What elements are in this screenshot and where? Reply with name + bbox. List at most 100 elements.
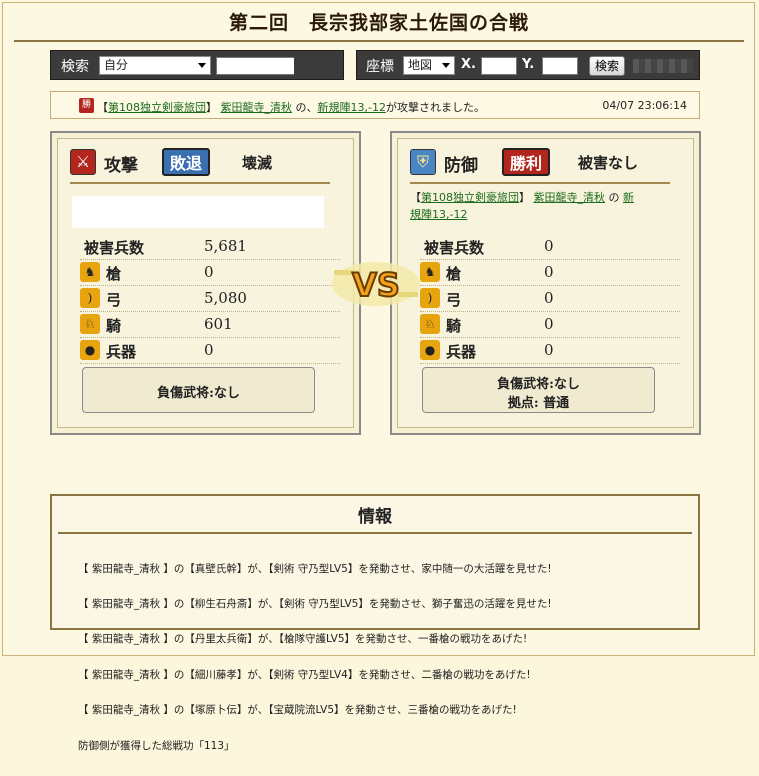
attack-total-label: 被害兵数 (84, 239, 145, 257)
attack-stat-row: ● 兵器 0 (80, 339, 340, 364)
y-coordinate-input[interactable] (542, 57, 578, 75)
shield-icon: ⛨ (410, 149, 436, 175)
defense-total-label: 被害兵数 (424, 239, 485, 257)
defense-stat-value: 0 (544, 289, 554, 307)
defense-stat-row: ) 弓 0 (420, 287, 680, 312)
attack-total-row: 被害兵数 5,681 (80, 235, 340, 260)
defense-injured-box: 負傷武将:なし 拠点: 普通 (422, 367, 655, 413)
info-title: 情報 (58, 502, 692, 534)
map-select[interactable]: 地図 (403, 56, 455, 75)
attack-stat-row: ) 弓 5,080 (80, 287, 340, 312)
bow-icon: ) (80, 288, 100, 308)
victory-icon: 勝 (79, 98, 94, 113)
defense-role-label: 防御 (444, 156, 478, 176)
page-title: 第二回 長宗我部家土佐国の合戦 (228, 12, 529, 34)
notice-player-link[interactable]: 紫田龍寺_清秋 (221, 101, 293, 114)
siege-weapon-icon: ● (80, 340, 100, 360)
defense-stat-name: 騎 (446, 317, 462, 335)
defense-stat-value: 0 (544, 315, 554, 333)
chevron-down-icon (198, 63, 206, 68)
defense-result-badge: 勝利 (502, 148, 551, 176)
coords-search-button[interactable]: 検索 (589, 56, 625, 76)
info-line: 【 紫田龍寺_清秋 】の【丹里太兵衛】が、【槍隊守護LV5】を発動させ、一番槍の… (78, 633, 528, 646)
attack-stat-value: 0 (204, 341, 214, 359)
chevron-down-icon (442, 63, 450, 68)
vs-text: VS (352, 266, 400, 304)
notice-text-2: が攻撃されました。 (385, 101, 485, 114)
defense-player-link[interactable]: 紫田龍寺_清秋 (534, 191, 606, 204)
defense-stat-name: 槍 (446, 265, 462, 283)
notice-bracket-open: 【 (97, 101, 108, 114)
info-panel: 情報 【 紫田龍寺_清秋 】の【真壁氏幹】が、【剣術 守乃型LV5】を発動させ、… (50, 494, 700, 751)
attack-info-blank (72, 196, 324, 228)
defense-stat-row: ♞ 槍 0 (420, 261, 680, 286)
crossed-swords-icon: ⚔ (70, 149, 96, 175)
attack-stat-name: 兵器 (106, 343, 137, 361)
map-select-value: 地図 (408, 58, 433, 72)
defense-bracket-open: 【 (410, 191, 421, 204)
coords-label: 座標 (366, 59, 394, 75)
notice-target-link[interactable]: 新規陣13,-12 (318, 101, 386, 114)
info-line: 防御側が獲得した総戦功「113」 (78, 739, 235, 752)
notice-timestamp: 04/07 23:06:14 (602, 99, 687, 112)
defense-injured-text: 負傷武将:なし (497, 377, 580, 392)
attack-role-label: 攻撃 (104, 156, 138, 176)
notice-bracket-close: 】 (206, 101, 217, 114)
spear-icon: ♞ (80, 262, 100, 282)
attack-stat-row: ♘ 騎 601 (80, 313, 340, 338)
defense-target-link[interactable]: 新 (623, 191, 634, 204)
defense-stat-name: 弓 (446, 291, 462, 309)
defense-stat-value: 0 (544, 263, 554, 281)
info-line: 【 紫田龍寺_清秋 】の【塚原卜伝】が、【宝蔵院流LV5】を発動させ、三番槍の戦… (78, 704, 517, 717)
search-scope-select[interactable]: 自分 (99, 56, 211, 75)
attack-total-value: 5,681 (204, 237, 247, 255)
defense-info: 【第108独立剣豪旅団】 紫田龍寺_清秋 の 新規陣13,-12 (410, 189, 672, 223)
x-coordinate-input[interactable] (481, 57, 517, 75)
attack-outcome: 壊滅 (242, 154, 273, 172)
search-input[interactable] (216, 57, 298, 75)
defense-stat-row: ♘ 騎 0 (420, 313, 680, 338)
attack-stat-value: 601 (204, 315, 233, 333)
notice-unit-link[interactable]: 第108独立剣豪旅団 (108, 101, 206, 114)
attack-injured-text: 負傷武将:なし (157, 386, 240, 401)
decorative-pattern (633, 59, 693, 73)
battle-notice: 勝 【第108独立剣豪旅団】 紫田龍寺_清秋 の、新規陣13,-12が攻撃されま… (50, 91, 700, 119)
horse-icon: ♘ (80, 314, 100, 334)
spear-icon: ♞ (420, 262, 440, 282)
search-panel-ornament (294, 50, 344, 80)
attack-stat-name: 弓 (106, 291, 122, 309)
defense-stat-row: ● 兵器 0 (420, 339, 680, 364)
attack-stat-row: ♞ 槍 0 (80, 261, 340, 286)
defense-panel-inner: ⛨ 防御 勝利 被害なし 【第108独立剣豪旅団】 紫田龍寺_清秋 の 新規陣1… (397, 138, 694, 428)
attack-panel: ⚔ 攻撃 敗退 壊滅 被害兵数 5,681 ♞ 槍 0 ) 弓 5,080 ♘ … (50, 131, 361, 435)
info-line: 【 紫田龍寺_清秋 】の【柳生石舟斎】が、【剣術 守乃型LV5】を発動させ、獅子… (78, 597, 552, 610)
siege-weapon-icon: ● (420, 340, 440, 360)
defense-unit-link[interactable]: 第108独立剣豪旅団 (421, 191, 519, 204)
defense-outcome: 被害なし (578, 154, 639, 172)
horse-icon: ♘ (420, 314, 440, 334)
search-scope-value: 自分 (104, 58, 129, 72)
bow-icon: ) (420, 288, 440, 308)
attack-injured-box: 負傷武将:なし (82, 367, 315, 413)
attack-panel-inner: ⚔ 攻撃 敗退 壊滅 被害兵数 5,681 ♞ 槍 0 ) 弓 5,080 ♘ … (57, 138, 354, 428)
defense-base-status: 拠点: 普通 (507, 396, 570, 411)
page-title-bar: 第二回 長宗我部家土佐国の合戦 (14, 6, 744, 42)
x-label: X. (461, 57, 476, 72)
defense-divider (410, 182, 670, 184)
info-line: 【 紫田龍寺_清秋 】の【真壁氏幹】が、【剣術 守乃型LV5】を発動させ、家中随… (78, 562, 552, 575)
y-label: Y. (522, 57, 535, 72)
notice-message: 【第108独立剣豪旅団】 紫田龍寺_清秋 の、新規陣13,-12が攻撃されました… (97, 99, 485, 115)
attack-result-badge: 敗退 (162, 148, 211, 176)
defense-panel: ⛨ 防御 勝利 被害なし 【第108独立剣豪旅団】 紫田龍寺_清秋 の 新規陣1… (390, 131, 701, 435)
info-line: 【 紫田龍寺_清秋 】の【細川藤孝】が、【剣術 守乃型LV4】を発動させ、二番槍… (78, 668, 531, 681)
defense-stat-name: 兵器 (446, 343, 477, 361)
vs-emblem: VS (332, 262, 420, 306)
defense-total-value: 0 (544, 237, 554, 255)
attack-stat-name: 騎 (106, 317, 122, 335)
attack-stat-value: 0 (204, 263, 214, 281)
defense-info-no: の (605, 191, 623, 204)
defense-bracket-close: 】 (519, 191, 530, 204)
attack-divider (70, 182, 330, 184)
defense-target-link[interactable]: 規陣13,-12 (410, 208, 467, 221)
attack-stat-value: 5,080 (204, 289, 247, 307)
